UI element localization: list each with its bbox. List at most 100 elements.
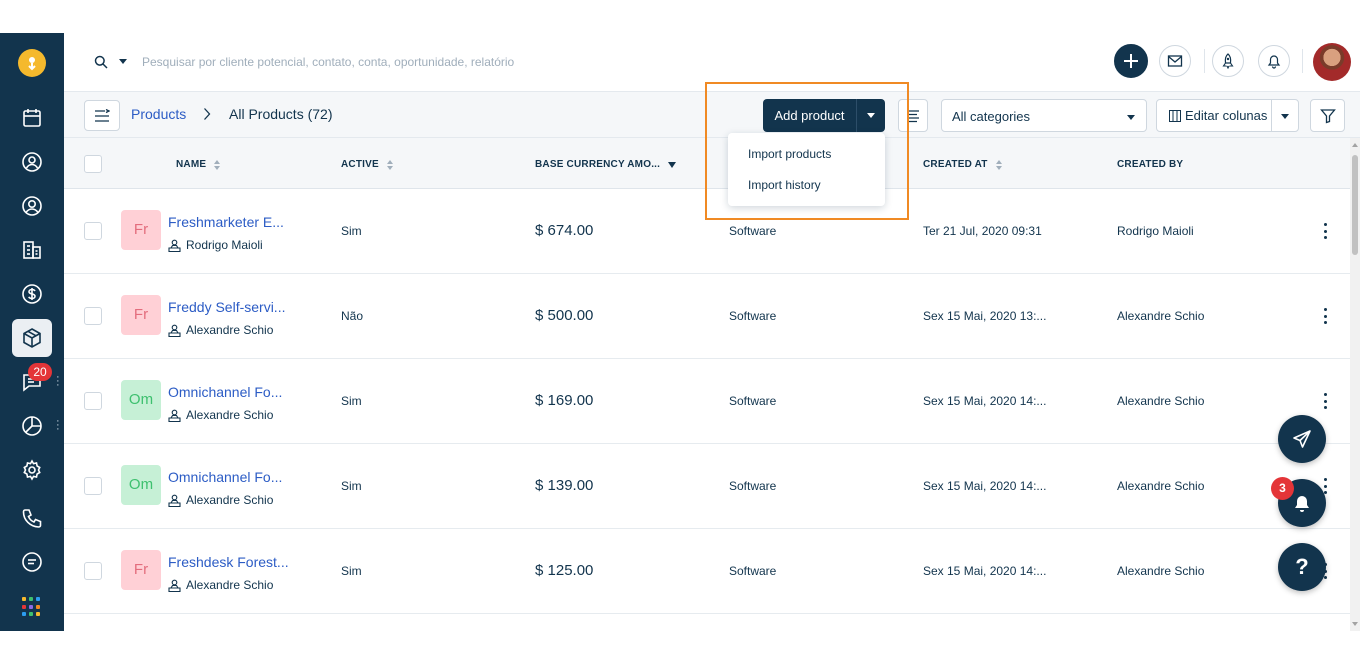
search-icon[interactable]: [94, 55, 108, 69]
filter-button[interactable]: [1310, 99, 1345, 132]
quick-add-button[interactable]: [1114, 44, 1148, 78]
building-icon[interactable]: [12, 231, 52, 269]
column-header-active[interactable]: ACTIVE: [341, 159, 393, 170]
category-value: Software: [729, 394, 777, 408]
sort-button[interactable]: [898, 99, 928, 132]
product-name-link[interactable]: Freshdesk Forest...: [168, 554, 289, 570]
import-history-menu-item[interactable]: Import history: [748, 178, 821, 192]
chevron-right-icon: [204, 108, 211, 120]
rocket-icon: [1222, 53, 1234, 69]
vertical-scrollbar[interactable]: [1350, 138, 1360, 631]
owner-icon: [168, 579, 181, 592]
notification-count-badge: 3: [1271, 477, 1294, 500]
phone-icon[interactable]: [12, 499, 52, 537]
table-row[interactable]: Fr Freshmarketer E... Rodrigo Maioli Sim…: [64, 189, 1350, 274]
product-name-link[interactable]: Omnichannel Fo...: [168, 384, 282, 400]
rocket-button[interactable]: [1212, 45, 1244, 77]
table-header: NAME ACTIVE BASE CURRENCY AMO... CREATED…: [64, 138, 1350, 189]
owner-name: Alexandre Schio: [186, 323, 274, 337]
created-by-value: Rodrigo Maioli: [1117, 224, 1194, 238]
list-toggle-icon: [95, 108, 110, 122]
breadcrumb-current: All Products (72): [229, 106, 333, 122]
calendar-icon[interactable]: [12, 99, 52, 137]
column-header-created-at[interactable]: CREATED AT: [923, 159, 1002, 170]
caret-down-icon[interactable]: [1281, 114, 1289, 119]
email-button[interactable]: [1159, 45, 1191, 77]
table-row[interactable]: Fr Freddy Self-servi... Alexandre Schio …: [64, 274, 1350, 359]
product-owner: Alexandre Schio: [168, 493, 273, 507]
breadcrumb-products-link[interactable]: Products: [131, 106, 186, 122]
add-product-dropdown: Import products Import history: [728, 133, 885, 206]
column-header-name[interactable]: NAME: [176, 159, 221, 170]
filter-icon: [1319, 108, 1336, 123]
sort-desc-icon: [668, 161, 677, 168]
divider: [1302, 49, 1303, 73]
column-header-created-by[interactable]: CREATED BY: [1117, 159, 1183, 170]
import-products-menu-item[interactable]: Import products: [748, 147, 831, 161]
product-name-link[interactable]: Freshmarketer E...: [168, 214, 284, 230]
active-value: Sim: [341, 224, 362, 238]
select-all-checkbox[interactable]: [84, 155, 102, 173]
help-button[interactable]: ?: [1278, 543, 1326, 591]
chat-more-icon[interactable]: · · ·: [56, 372, 60, 391]
app-logo[interactable]: [18, 49, 46, 77]
columns-icon: [1169, 109, 1181, 122]
gear-icon[interactable]: [12, 451, 52, 489]
table-row[interactable]: Fr Freshdesk Forest... Alexandre Schio S…: [64, 529, 1350, 614]
search-scope-caret-icon[interactable]: [119, 59, 127, 64]
products-icon[interactable]: [12, 319, 52, 357]
row-menu-icon[interactable]: [1318, 391, 1332, 411]
owner-name: Alexandre Schio: [186, 408, 274, 422]
amount-value: $ 125.00: [535, 562, 594, 579]
created-at-value: Ter 21 Jul, 2020 09:31: [923, 224, 1042, 238]
contacts-icon[interactable]: [12, 143, 52, 181]
scroll-up-arrow-icon[interactable]: [1352, 143, 1358, 147]
sidebar: 20 · · · · · ·: [0, 33, 64, 631]
user-avatar[interactable]: [1313, 43, 1351, 81]
category-select[interactable]: All categories: [941, 99, 1147, 132]
account-icon[interactable]: [12, 187, 52, 225]
notifications-button[interactable]: [1258, 45, 1290, 77]
table-row[interactable]: Om Omnichannel Fo... Alexandre Schio Sim…: [64, 444, 1350, 529]
created-by-value: Alexandre Schio: [1117, 479, 1205, 493]
row-checkbox[interactable]: [84, 222, 102, 240]
edit-columns-button[interactable]: Editar colunas: [1156, 99, 1299, 132]
owner-icon: [168, 494, 181, 507]
paper-plane-icon: [1293, 430, 1311, 448]
reports-icon[interactable]: [12, 407, 52, 445]
dollar-icon[interactable]: [12, 275, 52, 313]
apps-grid-icon[interactable]: [22, 597, 42, 617]
row-checkbox[interactable]: [84, 562, 102, 580]
active-value: Sim: [341, 479, 362, 493]
product-thumbnail: Om: [121, 465, 161, 505]
owner-name: Alexandre Schio: [186, 578, 274, 592]
active-value: Não: [341, 309, 364, 323]
row-menu-icon[interactable]: [1318, 306, 1332, 326]
owner-name: Alexandre Schio: [186, 493, 274, 507]
add-product-button[interactable]: Add product: [763, 99, 856, 132]
toggle-views-button[interactable]: [84, 100, 120, 131]
reports-more-icon[interactable]: · · ·: [56, 416, 60, 435]
row-checkbox[interactable]: [84, 392, 102, 410]
scroll-down-arrow-icon[interactable]: [1352, 622, 1358, 626]
top-bar: [64, 33, 1360, 91]
scrollbar-thumb[interactable]: [1352, 155, 1358, 255]
row-menu-icon[interactable]: [1318, 221, 1332, 241]
owner-name: Rodrigo Maioli: [186, 238, 263, 252]
active-value: Sim: [341, 394, 362, 408]
row-checkbox[interactable]: [84, 477, 102, 495]
search-input[interactable]: [142, 51, 662, 73]
column-header-amount[interactable]: BASE CURRENCY AMO...: [535, 159, 677, 170]
product-name-link[interactable]: Freddy Self-servi...: [168, 299, 285, 315]
send-message-button[interactable]: [1278, 415, 1326, 463]
add-product-menu-toggle[interactable]: [856, 99, 885, 132]
product-name-link[interactable]: Omnichannel Fo...: [168, 469, 282, 485]
created-at-value: Sex 15 Mai, 2020 14:...: [923, 394, 1047, 408]
created-by-value: Alexandre Schio: [1117, 564, 1205, 578]
table-row[interactable]: Om Omnichannel Fo... Alexandre Schio Sim…: [64, 359, 1350, 444]
notes-icon[interactable]: [12, 543, 52, 581]
row-checkbox[interactable]: [84, 307, 102, 325]
amount-value: $ 139.00: [535, 477, 594, 494]
owner-icon: [168, 239, 181, 252]
product-thumbnail: Om: [121, 380, 161, 420]
